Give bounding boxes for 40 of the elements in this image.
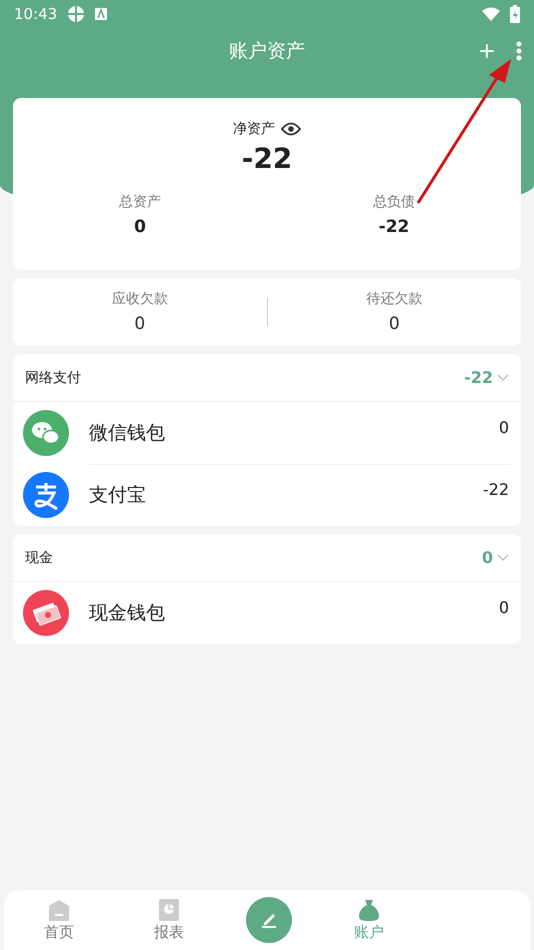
total-assets-value: 0 (134, 217, 146, 237)
banknotes-icon (23, 590, 69, 636)
account-balance: -22 (482, 480, 510, 499)
account-balance: 0 (498, 418, 510, 436)
account-name[interactable]: 现金钱包 (89, 600, 499, 626)
chat-bubbles-icon (23, 410, 69, 456)
account-balance: 0 (498, 598, 510, 617)
net-assets-value: -22 (242, 142, 292, 175)
battery-icon (510, 5, 520, 23)
total-assets-label: 总资产 (119, 193, 161, 211)
report-icon (159, 898, 179, 920)
money-bag-icon (358, 898, 380, 920)
account-name[interactable]: 微信钱包 (89, 420, 499, 446)
debt-value: 0 (134, 314, 146, 334)
home-icon (48, 898, 70, 920)
nav-tab[interactable]: 账户 (314, 898, 424, 942)
net-assets-label: 净资产 (233, 120, 275, 138)
account-name[interactable]: 支付宝 (89, 482, 483, 508)
eye-icon[interactable] (281, 122, 301, 136)
group-name: 现金 (25, 548, 54, 566)
group-name: 网络支付 (25, 368, 82, 386)
chevron-icon[interactable] (497, 374, 509, 382)
page-title: 账户资产 (229, 39, 305, 64)
debt-label: 待还欠款 (366, 290, 422, 308)
total-liabilities-label: 总负债 (373, 193, 415, 211)
status-time: 10:43 (14, 5, 58, 23)
debt-value: 0 (388, 314, 400, 334)
more-icon[interactable] (516, 41, 522, 61)
keyboard-icon (95, 8, 108, 20)
chevron-icon[interactable] (497, 554, 509, 562)
wifi-icon (482, 7, 500, 21)
record-button[interactable] (246, 897, 292, 943)
add-button[interactable]: + (478, 38, 496, 64)
group-total: -22 (464, 368, 493, 387)
nav-tab[interactable]: 报表 (114, 898, 224, 942)
alipay-icon (23, 472, 69, 518)
total-liabilities-value: -22 (378, 217, 410, 237)
nav-tab[interactable]: 首页 (4, 898, 114, 942)
group-total: 0 (482, 548, 493, 567)
debt-label: 应收欠款 (112, 290, 168, 308)
